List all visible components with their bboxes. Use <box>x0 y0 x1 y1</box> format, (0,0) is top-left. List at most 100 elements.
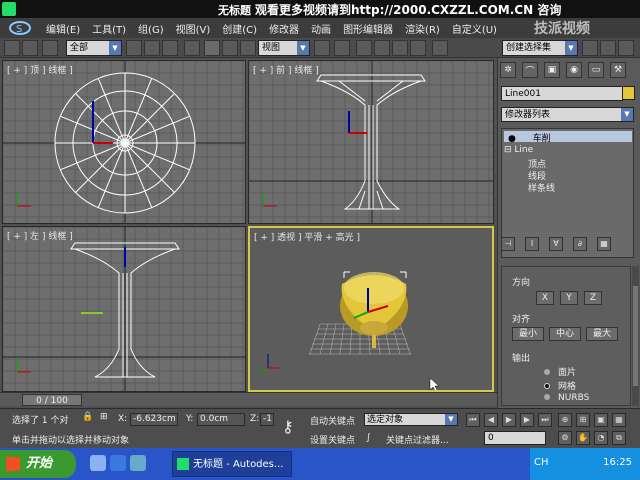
stack-item-lathe[interactable]: ● 车削 <box>504 131 632 144</box>
align-max-button[interactable]: 最大 <box>586 327 618 341</box>
menu-edit[interactable]: 编辑(E) <box>46 21 80 36</box>
menu-graph-editors[interactable]: 图形编辑器 <box>343 21 393 36</box>
next-frame-icon[interactable]: ▶ <box>520 413 534 427</box>
object-name-field[interactable]: Line001 <box>501 86 623 101</box>
maximize-viewport-icon[interactable]: ⧉ <box>612 431 626 445</box>
direction-x-button[interactable]: X <box>536 291 554 305</box>
zoom-extents-all-icon[interactable]: ▦ <box>612 413 626 427</box>
selection-filter-dropdown[interactable]: 全部 ▼ <box>66 40 122 56</box>
rotate-icon[interactable] <box>222 40 238 56</box>
prev-frame-icon[interactable]: ◀ <box>484 413 498 427</box>
selected-object-dropdown[interactable]: 选定对象 ▼ <box>364 413 458 426</box>
modify-tab-icon[interactable]: ⌒ <box>522 62 538 78</box>
mirror-icon[interactable] <box>582 40 598 56</box>
spinner-snap-icon[interactable] <box>410 40 426 56</box>
link-icon[interactable] <box>42 40 58 56</box>
select-object-icon[interactable] <box>126 40 142 56</box>
language-indicator[interactable]: CH <box>534 457 549 468</box>
configure-sets-icon[interactable]: ▦ <box>597 237 611 251</box>
align-min-button[interactable]: 最小 <box>512 327 544 341</box>
layer-manager-icon[interactable] <box>618 40 634 56</box>
key-icon[interactable]: ⚷ <box>282 417 294 436</box>
x-coord-field[interactable]: -6.623cm <box>130 413 178 426</box>
menu-animation[interactable]: 动画 <box>311 21 331 36</box>
pivot-center-icon[interactable] <box>314 40 330 56</box>
object-color-swatch[interactable] <box>622 86 635 100</box>
direction-y-button[interactable]: Y <box>560 291 578 305</box>
output-mesh-radio[interactable]: 网格 <box>544 379 576 392</box>
reference-coord-dropdown[interactable]: 视图 ▼ <box>258 40 310 56</box>
viewport-perspective[interactable]: [ + ] 透视 ] 平滑 + 高光 ] <box>248 226 494 392</box>
expand-minus-icon[interactable]: ⊟ <box>504 145 512 155</box>
direction-z-button[interactable]: Z <box>584 291 602 305</box>
ie-icon[interactable] <box>110 455 126 471</box>
auto-key-button[interactable]: 自动关键点 <box>310 414 355 427</box>
curve-icon[interactable]: ∫ <box>366 433 371 443</box>
set-key-button[interactable]: 设置关键点 <box>310 433 355 446</box>
output-nurbs-radio[interactable]: NURBS <box>544 393 589 403</box>
snap-icon[interactable] <box>356 40 372 56</box>
lightbulb-icon[interactable]: ● <box>508 134 516 144</box>
pan-icon[interactable]: ✋ <box>576 431 590 445</box>
menu-group[interactable]: 组(G) <box>138 21 164 36</box>
orbit-icon[interactable]: ◔ <box>594 431 608 445</box>
scale-icon[interactable] <box>240 40 256 56</box>
motion-tab-icon[interactable]: ◉ <box>566 62 582 78</box>
media-icon[interactable] <box>130 455 146 471</box>
time-slider-thumb[interactable]: 0 / 100 <box>22 394 82 406</box>
select-by-name-icon[interactable] <box>144 40 160 56</box>
show-end-result-icon[interactable]: I <box>525 237 539 251</box>
menu-rendering[interactable]: 渲染(R) <box>405 21 440 36</box>
viewport-top[interactable]: [ + ] 顶 ] 线框 ] <box>2 60 246 224</box>
viewport-front[interactable]: [ + ] 前 ] 线框 ] <box>248 60 494 224</box>
zoom-extents-icon[interactable]: ▣ <box>594 413 608 427</box>
rect-selection-icon[interactable] <box>162 40 178 56</box>
start-button[interactable]: 开始 <box>0 450 76 478</box>
stack-item-line[interactable]: ⊟ Line <box>504 145 533 156</box>
command-panel-scrollbar[interactable] <box>632 266 639 406</box>
window-crossing-icon[interactable] <box>184 40 200 56</box>
viewport-top-label[interactable]: [ + ] 顶 ] 线框 ] <box>7 63 73 76</box>
menu-tools[interactable]: 工具(T) <box>92 21 126 36</box>
make-unique-icon[interactable]: ∀ <box>549 237 563 251</box>
scrollbar-thumb[interactable] <box>633 286 638 386</box>
edit-named-sets-icon[interactable] <box>432 40 448 56</box>
select-manipulate-icon[interactable] <box>334 40 350 56</box>
current-frame-field[interactable]: 0 <box>484 431 546 445</box>
lock-selection-icon[interactable]: 🔒 <box>82 412 93 422</box>
viewport-left[interactable]: [ + ] 左 ] 线框 ] <box>2 226 246 392</box>
taskbar-item-3dsmax[interactable]: 无标题 - Autodes... <box>172 451 292 477</box>
percent-snap-icon[interactable] <box>392 40 408 56</box>
redo-icon[interactable] <box>22 40 38 56</box>
zoom-icon[interactable]: ⊕ <box>558 413 572 427</box>
remove-modifier-icon[interactable]: ∂ <box>573 237 587 251</box>
max-app-icon[interactable] <box>2 2 16 16</box>
move-icon[interactable] <box>204 40 220 56</box>
pin-stack-icon[interactable]: ⊣ <box>501 237 515 251</box>
utilities-tab-icon[interactable]: ⚒ <box>610 62 626 78</box>
time-slider[interactable]: 0 / 100 <box>0 392 497 406</box>
modifier-list-dropdown[interactable]: 修改器列表 ▼ <box>501 107 634 122</box>
desktop-icon[interactable] <box>90 455 106 471</box>
named-selection-dropdown[interactable]: 创建选择集 ▼ <box>502 40 578 56</box>
play-icon[interactable]: ▶ <box>502 413 516 427</box>
menu-views[interactable]: 视图(V) <box>176 21 211 36</box>
time-config-icon[interactable]: ⚙ <box>558 431 572 445</box>
menu-modifiers[interactable]: 修改器 <box>269 21 299 36</box>
menu-customize[interactable]: 自定义(U) <box>452 21 497 36</box>
max-logo-icon[interactable]: S <box>6 19 34 37</box>
angle-snap-icon[interactable] <box>374 40 390 56</box>
align-icon[interactable] <box>600 40 616 56</box>
z-coord-field[interactable]: -1 <box>260 413 274 426</box>
undo-icon[interactable] <box>4 40 20 56</box>
viewport-perspective-label[interactable]: [ + ] 透视 ] 平滑 + 高光 ] <box>254 230 360 243</box>
stack-sub-segment[interactable]: 线段 <box>528 169 546 182</box>
key-filters-button[interactable]: 关键点过滤器... <box>386 433 449 446</box>
stack-sub-vertex[interactable]: 顶点 <box>528 157 546 170</box>
align-center-button[interactable]: 中心 <box>549 327 581 341</box>
output-patch-radio[interactable]: 面片 <box>544 365 576 378</box>
stack-sub-spline[interactable]: 样条线 <box>528 181 555 194</box>
viewport-front-label[interactable]: [ + ] 前 ] 线框 ] <box>253 63 319 76</box>
goto-start-icon[interactable]: ⏮ <box>466 413 480 427</box>
display-tab-icon[interactable]: ▭ <box>588 62 604 78</box>
